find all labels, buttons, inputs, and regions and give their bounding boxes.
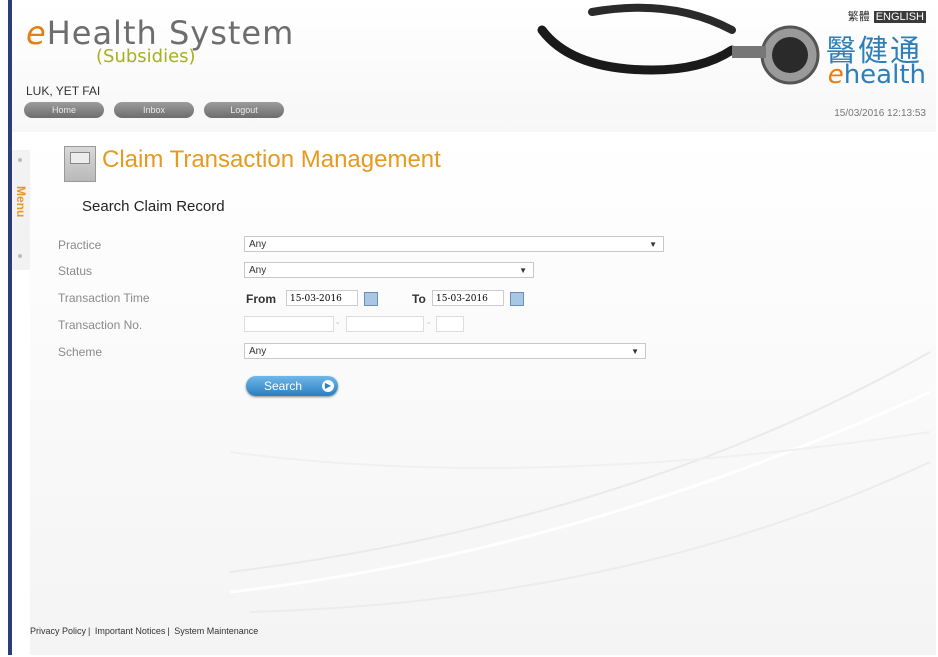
menu-dot-icon — [18, 158, 22, 162]
calendar-icon[interactable] — [510, 292, 524, 306]
system-maintenance-link[interactable]: System Maintenance — [174, 626, 258, 636]
dash-separator: - — [427, 318, 431, 329]
arrow-right-icon: ▶ — [322, 380, 334, 392]
menu-label: Menu — [14, 186, 28, 218]
inbox-button[interactable]: Inbox — [114, 102, 194, 118]
footer-links: Privacy Policy | Important Notices | Syste… — [30, 626, 259, 636]
privacy-policy-link[interactable]: Privacy Policy — [30, 626, 86, 636]
scheme-label: Scheme — [58, 345, 103, 359]
status-select[interactable]: Any ▼ — [244, 262, 534, 278]
practice-label: Practice — [58, 238, 102, 252]
transaction-no-part1[interactable] — [244, 316, 334, 332]
dropdown-arrow-icon: ▼ — [631, 347, 639, 356]
stethoscope-image — [537, 3, 820, 85]
page-title: Claim Transaction Management — [102, 146, 441, 173]
important-notices-link[interactable]: Important Notices — [95, 626, 166, 636]
cash-register-icon — [64, 146, 96, 182]
ehealth-logo: ehealth — [827, 60, 926, 90]
from-label: From — [246, 292, 276, 306]
logout-button[interactable]: Logout — [204, 102, 284, 118]
section-title: Search Claim Record — [82, 198, 225, 215]
practice-select[interactable]: Any ▼ — [244, 236, 664, 252]
main-content: Claim Transaction Management Search Clai… — [30, 132, 936, 655]
scheme-select[interactable]: Any ▼ — [244, 343, 646, 359]
dropdown-arrow-icon: ▼ — [649, 240, 657, 249]
home-button[interactable]: Home — [24, 102, 104, 118]
dash-separator: - — [336, 318, 340, 329]
menu-tab[interactable]: Menu — [12, 150, 31, 270]
language-switch: 繁體 ENGLISH — [848, 8, 926, 24]
from-date-input[interactable]: 15-03-2016 — [286, 290, 358, 306]
app-logo-subtitle: (Subsidies) — [96, 46, 196, 67]
search-button[interactable]: Search ▶ — [246, 376, 338, 396]
to-label: To — [412, 292, 426, 306]
transaction-no-label: Transaction No. — [58, 318, 143, 332]
to-date-input[interactable]: 15-03-2016 — [432, 290, 504, 306]
menu-dot-icon — [18, 254, 22, 258]
transaction-time-label: Transaction Time — [58, 291, 150, 305]
current-datetime: 15/03/2016 12:13:53 — [834, 108, 926, 119]
transaction-no-part2[interactable] — [346, 316, 424, 332]
username: LUK, YET FAI — [26, 84, 101, 98]
header: eHealth System (Subsidies) LUK, YET FAI … — [12, 0, 936, 132]
status-label: Status — [58, 264, 93, 278]
calendar-icon[interactable] — [364, 292, 378, 306]
transaction-no-part3[interactable] — [436, 316, 464, 332]
lang-en-link[interactable]: ENGLISH — [873, 11, 926, 23]
lang-tc-link[interactable]: 繁體 — [848, 11, 870, 23]
dropdown-arrow-icon: ▼ — [519, 266, 527, 275]
app-frame: eHealth System (Subsidies) LUK, YET FAI … — [8, 0, 936, 655]
